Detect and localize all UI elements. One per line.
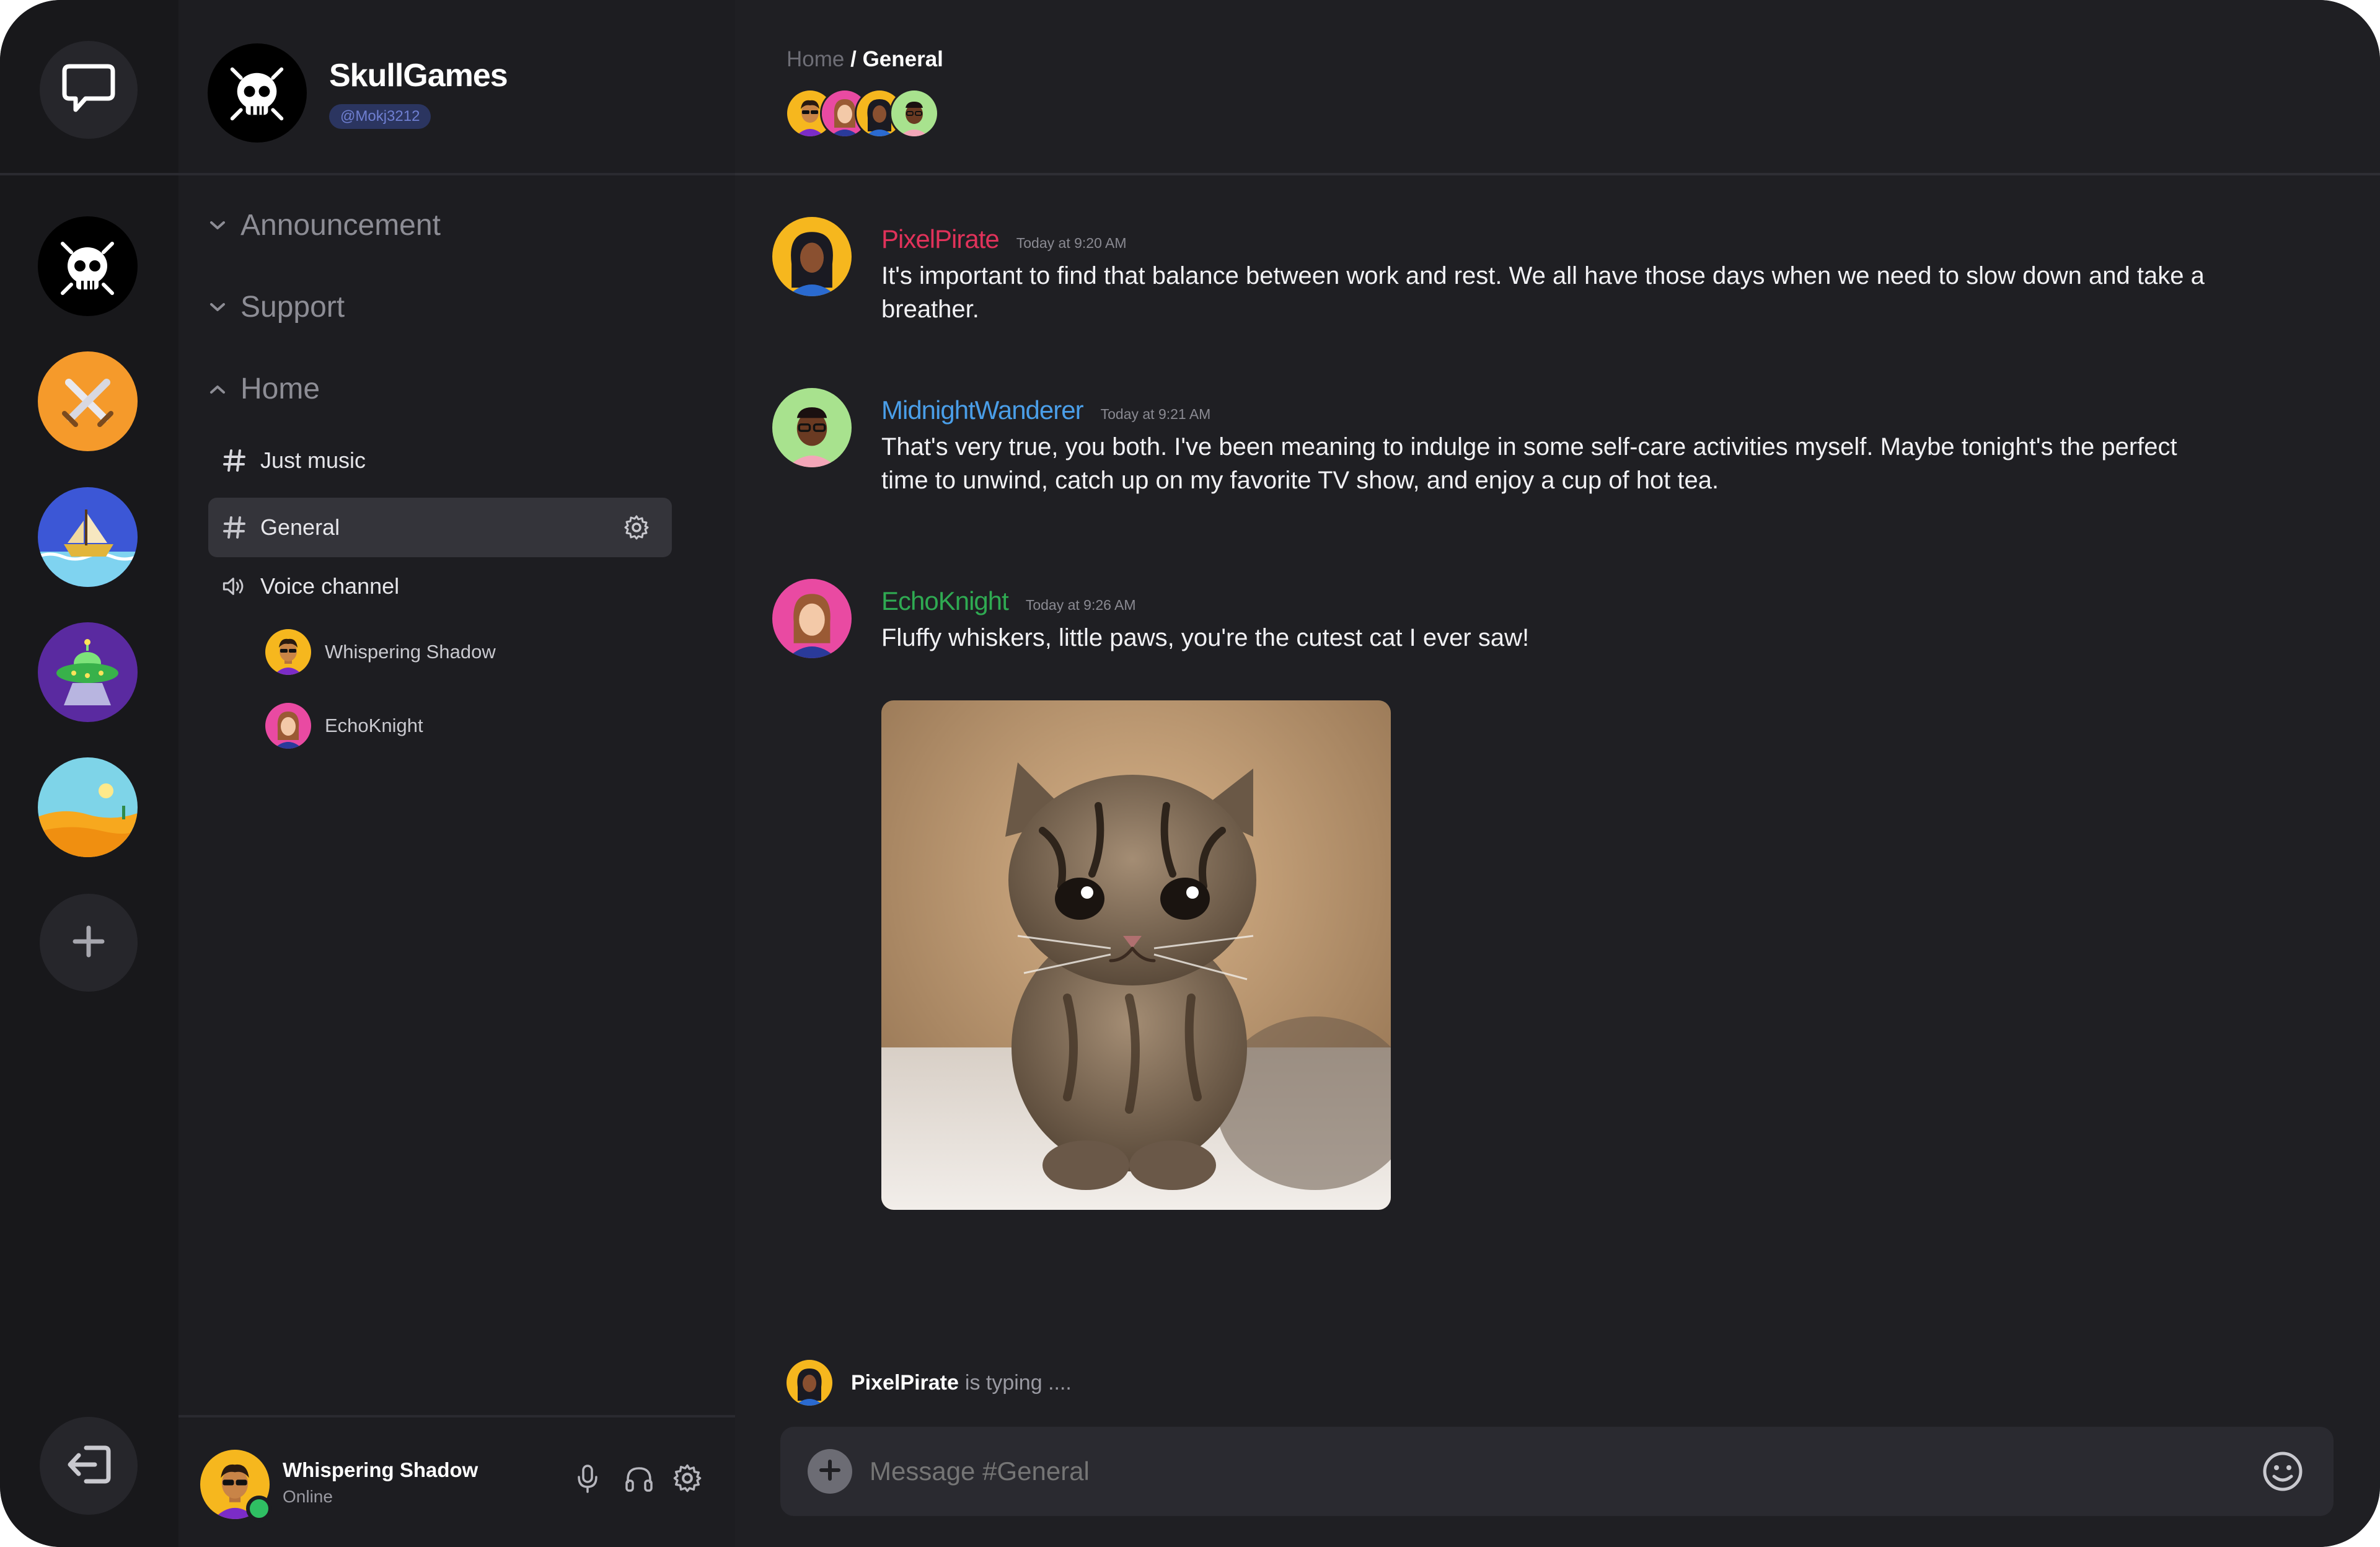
hash-icon [222,448,247,473]
voice-user-echoknight[interactable]: EchoKnight [265,703,423,749]
voice-user-name: EchoKnight [325,715,423,736]
server-ship-icon[interactable] [38,487,138,587]
breadcrumb: Home / General [787,47,943,72]
user-panel: Whispering Shadow Online [178,1415,735,1547]
member-avatar [889,89,939,138]
category-label: Announcement [240,209,441,242]
current-user-name: Whispering Shadow [283,1458,478,1481]
channel-just-music[interactable]: Just music [208,431,672,490]
channel-general[interactable]: General [208,498,672,557]
server-header: SkullGames @Mokj3212 [178,0,735,175]
server-swords-icon[interactable] [38,351,138,451]
channel-sidebar: SkullGames @Mokj3212 Announcement Suppor… [178,0,735,1547]
message-input[interactable] [870,1454,2171,1489]
message-text: That's very true, you both. I've been me… [881,433,2177,494]
breadcrumb-separator: / [844,47,863,71]
message-avatar[interactable] [772,388,852,467]
message-username[interactable]: PixelPirate [881,224,1000,254]
message-timestamp: Today at 9:21 AM [1100,406,1211,422]
message-avatar[interactable] [772,217,852,296]
typing-avatar [787,1360,832,1406]
category-support[interactable]: Support [209,290,345,324]
current-user-status: Online [283,1487,333,1506]
message-composer [780,1427,2334,1516]
server-skull-icon[interactable] [38,216,138,316]
message-meta: EchoKnight Today at 9:26 AM [881,586,1136,616]
channel-label: General [260,514,340,540]
breadcrumb-parent[interactable]: Home [787,47,844,71]
user-settings-icon[interactable] [672,1463,702,1496]
chevron-up-icon [209,384,231,394]
message-timestamp: Today at 9:20 AM [1016,235,1127,251]
avatar [265,629,311,675]
headphones-icon[interactable] [624,1463,654,1497]
category-announcement[interactable]: Announcement [209,208,441,242]
logout-button[interactable] [40,1417,138,1515]
speaker-icon [222,574,247,599]
category-home[interactable]: Home [209,372,320,406]
plus-icon [818,1458,842,1485]
add-attachment-button[interactable] [808,1449,852,1494]
message-username[interactable]: MidnightWanderer [881,395,1084,425]
category-label: Support [240,291,345,324]
chevron-down-icon [209,221,231,231]
online-status-dot [246,1496,272,1522]
message-username[interactable]: EchoKnight [881,586,1009,616]
chat-header: Home / General [735,0,2380,175]
message-meta: PixelPirate Today at 9:20 AM [881,224,1127,254]
server-name: SkullGames [329,58,508,94]
voice-user-name: Whispering Shadow [325,641,496,663]
voice-channel-label: Voice channel [260,573,400,599]
app-window: SkullGames @Mokj3212 Announcement Suppor… [0,0,2380,1547]
plus-icon [71,924,106,961]
typing-user: PixelPirate [851,1370,959,1395]
add-server-button[interactable] [40,894,138,992]
message-meta: MidnightWanderer Today at 9:21 AM [881,395,1210,425]
server-desert-icon[interactable] [38,757,138,857]
logout-icon [65,1443,112,1489]
chevron-down-icon [209,302,231,312]
hash-icon [222,515,247,540]
voice-user-whispering-shadow[interactable]: Whispering Shadow [265,629,496,675]
category-label: Home [240,372,320,405]
server-handle-badge: @Mokj3212 [329,104,431,129]
typing-indicator: PixelPirate is typing .... [787,1360,1072,1406]
chat-bubble-icon [61,63,117,117]
message-text: Fluffy whiskers, little paws, you're the… [881,624,1530,651]
message-image-kitten[interactable] [881,700,1391,1210]
server-rail [0,0,178,1547]
current-user-avatar[interactable] [200,1450,272,1522]
breadcrumb-current: General [862,47,943,71]
message-text: It's important to find that balance betw… [881,262,2205,323]
emoji-picker-icon[interactable] [2260,1449,2305,1496]
channel-settings-icon[interactable] [624,514,650,546]
server-ufo-icon[interactable] [38,622,138,722]
voice-channel[interactable]: Voice channel [208,557,672,616]
typing-text: is typing .... [964,1370,1072,1395]
direct-messages-button[interactable] [40,41,138,139]
rail-header [0,0,178,175]
message-avatar[interactable] [772,579,852,658]
microphone-icon[interactable] [575,1463,600,1497]
chat-main: Home / General PixelPirate Today at 9:20… [735,0,2380,1547]
avatar [265,703,311,749]
server-logo [208,43,307,143]
channel-label: Just music [260,447,366,473]
message-timestamp: Today at 9:26 AM [1025,597,1136,613]
